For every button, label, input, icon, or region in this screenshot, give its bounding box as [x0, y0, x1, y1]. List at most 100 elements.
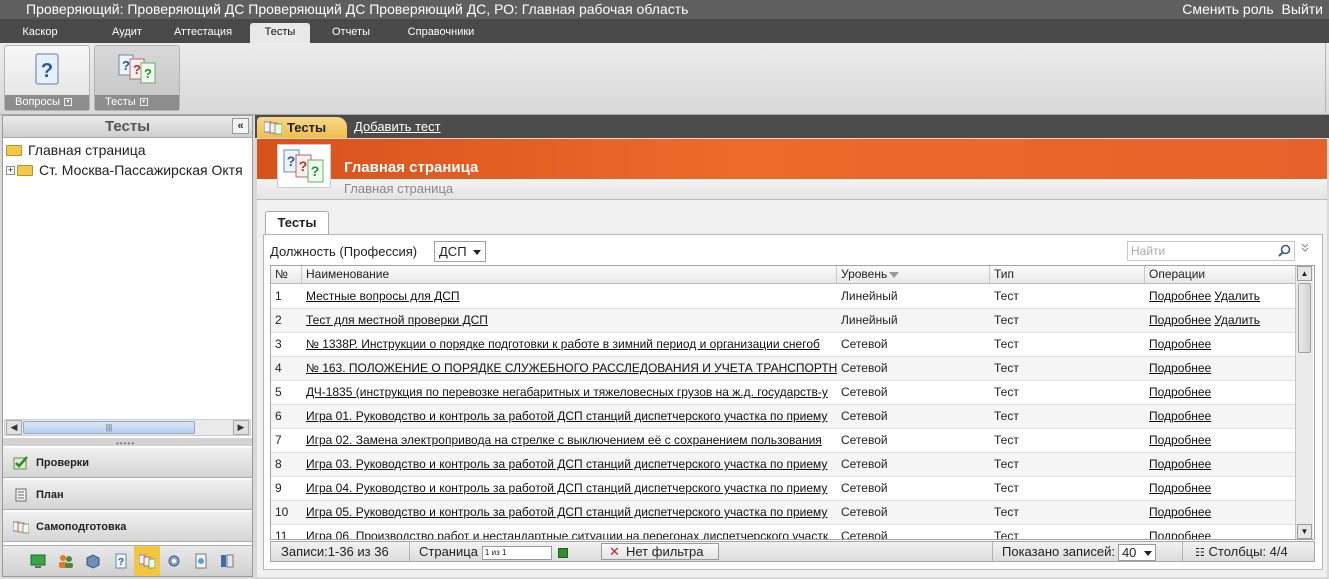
table-row[interactable]: 3 № 1338Р. Инструкции о порядке подготовк…: [271, 333, 1295, 357]
table-row[interactable]: 4 № 163. ПОЛОЖЕНИЕ О ПОРЯДКЕ СЛУЖЕБНОГО Р…: [271, 357, 1295, 381]
search-icon[interactable]: [1278, 244, 1291, 257]
column-header-type[interactable]: Тип: [990, 266, 1145, 284]
cell-number: 5: [275, 385, 282, 399]
details-link[interactable]: Подробнее: [1149, 313, 1211, 327]
test-name-link[interactable]: Игра 03. Руководство и контроль за работ…: [306, 457, 827, 471]
scroll-right-icon[interactable]: ▶: [233, 420, 249, 435]
details-link[interactable]: Подробнее: [1149, 505, 1211, 519]
book-icon[interactable]: [219, 553, 235, 569]
scroll-thumb[interactable]: |||: [23, 421, 195, 434]
table-row[interactable]: 5 ДЧ-1835 (инструкция по перевозке негаба…: [271, 381, 1295, 405]
cell-number: 10: [275, 505, 289, 519]
settings-icon[interactable]: [166, 553, 182, 569]
test-name-link[interactable]: ДЧ-1835 (инструкция по перевозке негабар…: [306, 385, 828, 399]
table-vertical-scrollbar[interactable]: ▲ ▼: [1295, 266, 1313, 539]
cell-name: Игра 02. Замена электропривода на стрелк…: [302, 429, 837, 453]
ribbon-label-tests: Тесты: [105, 96, 136, 108]
column-header-name[interactable]: Наименование: [302, 266, 837, 284]
column-header-number[interactable]: №: [271, 266, 302, 284]
cell-number: 8: [275, 457, 282, 471]
details-link[interactable]: Подробнее: [1149, 385, 1211, 399]
monitor-icon[interactable]: [30, 553, 46, 569]
box-icon[interactable]: [85, 553, 101, 569]
test-name-link[interactable]: Игра 06. Производство работ и нестандарт…: [306, 529, 828, 539]
test-name-link[interactable]: № 1338Р. Инструкции о порядке подготовки…: [306, 337, 820, 351]
table-row[interactable]: 7 Игра 02. Замена электропривода на стрел…: [271, 429, 1295, 453]
delete-link[interactable]: Удалить: [1214, 313, 1260, 327]
details-link[interactable]: Подробнее: [1149, 529, 1211, 539]
tests-tab-icon: [264, 121, 282, 135]
column-header-operations: Операции: [1149, 267, 1206, 281]
table-row[interactable]: 11 Игра 06. Производство работ и нестанда…: [271, 525, 1295, 539]
details-link[interactable]: Подробнее: [1149, 289, 1211, 303]
no-filter-button[interactable]: ✕ Нет фильтра: [601, 543, 719, 560]
table-row[interactable]: 10 Игра 05. Руководство и контроль за раб…: [271, 501, 1295, 525]
details-link[interactable]: Подробнее: [1149, 433, 1211, 447]
panel-splitter[interactable]: •••••: [3, 438, 252, 448]
change-role-link[interactable]: Сменить роль: [1182, 1, 1273, 17]
records-per-page-select[interactable]: 40: [1117, 544, 1156, 562]
menu-tab-reports[interactable]: Отчеты: [318, 23, 384, 43]
details-link[interactable]: Подробнее: [1149, 457, 1211, 471]
cell-level: Линейный: [841, 313, 898, 327]
ribbon-button-questions[interactable]: ? Вопросы ▾: [4, 45, 90, 111]
inner-tab-tests[interactable]: Тесты: [265, 211, 329, 235]
cell-number: 7: [275, 433, 282, 447]
help-icon[interactable]: ?: [113, 553, 129, 569]
position-select[interactable]: ДСП: [434, 241, 486, 262]
menu-tab-audit[interactable]: Аудит: [98, 23, 156, 43]
column-header-level[interactable]: Уровень: [837, 266, 990, 284]
columns-toggle[interactable]: ☷ Столбцы: 4/4: [1195, 542, 1288, 561]
excel-export-icon[interactable]: [557, 547, 568, 558]
report-icon[interactable]: [193, 553, 209, 569]
content-tab-tests[interactable]: Тесты: [257, 117, 347, 138]
svg-text:?: ?: [311, 163, 320, 179]
ribbon-button-tests[interactable]: ? ? ? Тесты ▾: [94, 45, 180, 111]
expand-icon[interactable]: +: [6, 165, 15, 175]
table-row[interactable]: 9 Игра 04. Руководство и контроль за рабо…: [271, 477, 1295, 501]
menu-tab-attestation[interactable]: Аттестация: [166, 23, 240, 43]
test-name-link[interactable]: № 163. ПОЛОЖЕНИЕ О ПОРЯДКЕ СЛУЖЕБНОГО РА…: [306, 361, 837, 375]
users-icon[interactable]: [58, 553, 74, 569]
nav-button-self-study[interactable]: Самоподготовка: [3, 511, 252, 542]
details-link[interactable]: Подробнее: [1149, 409, 1211, 423]
menu-tab-references[interactable]: Справочники: [398, 23, 484, 43]
expand-search-icon[interactable]: [1301, 243, 1309, 256]
scroll-thumb[interactable]: [1298, 283, 1311, 353]
test-name-link[interactable]: Тест для местной проверки ДСП: [306, 313, 488, 327]
scroll-up-icon[interactable]: ▲: [1297, 266, 1312, 281]
nav-button-checks[interactable]: Проверки: [3, 447, 252, 478]
table-header: № Наименование Уровень Тип Операции: [271, 266, 1295, 284]
table-row[interactable]: 1 Местные вопросы для ДСП Линейный Тест Подр…: [271, 285, 1295, 309]
left-panel: Тесты « Главная страница + Ст. Москва-Пас…: [2, 115, 253, 577]
scroll-down-icon[interactable]: ▼: [1297, 524, 1312, 539]
menu-tab-tests[interactable]: Тесты: [250, 23, 310, 43]
tree-horizontal-scrollbar[interactable]: ◀ ||| ▶: [4, 419, 251, 436]
collapse-panel-button[interactable]: «: [232, 118, 249, 134]
details-link[interactable]: Подробнее: [1149, 337, 1211, 351]
ribbon-label-questions: Вопросы: [15, 96, 61, 108]
logout-link[interactable]: Выйти: [1282, 1, 1323, 17]
test-name-link[interactable]: Игра 02. Замена электропривода на стрелк…: [306, 433, 822, 447]
table-row[interactable]: 6 Игра 01. Руководство и контроль за рабо…: [271, 405, 1295, 429]
scroll-left-icon[interactable]: ◀: [6, 420, 22, 435]
add-test-link[interactable]: Добавить тест: [354, 118, 441, 136]
columns-icon: ☷: [1195, 547, 1205, 559]
tree-item-home[interactable]: Главная страница: [6, 141, 146, 159]
details-link[interactable]: Подробнее: [1149, 361, 1211, 375]
test-name-link[interactable]: Местные вопросы для ДСП: [306, 289, 460, 303]
table-row[interactable]: 8 Игра 03. Руководство и контроль за рабо…: [271, 453, 1295, 477]
tests-quick-icon[interactable]: [134, 546, 160, 576]
test-name-link[interactable]: Игра 05. Руководство и контроль за работ…: [306, 505, 827, 519]
tree-item-station[interactable]: + Ст. Москва-Пассажирская Октя: [6, 161, 243, 179]
delete-link[interactable]: Удалить: [1214, 289, 1260, 303]
details-link[interactable]: Подробнее: [1149, 481, 1211, 495]
table-row[interactable]: 2 Тест для местной проверки ДСП Линейный Те…: [271, 309, 1295, 333]
ribbon: ? Вопросы ▾ ? ? ? Тесты ▾: [0, 43, 1329, 115]
search-input[interactable]: Найти: [1127, 241, 1295, 261]
menu-tab-kaskor[interactable]: Каскор: [12, 23, 68, 43]
test-name-link[interactable]: Игра 04. Руководство и контроль за работ…: [306, 481, 827, 495]
nav-button-plan[interactable]: План: [3, 479, 252, 510]
test-name-link[interactable]: Игра 01. Руководство и контроль за работ…: [306, 409, 827, 423]
page-input[interactable]: 1 из 1: [481, 545, 552, 560]
